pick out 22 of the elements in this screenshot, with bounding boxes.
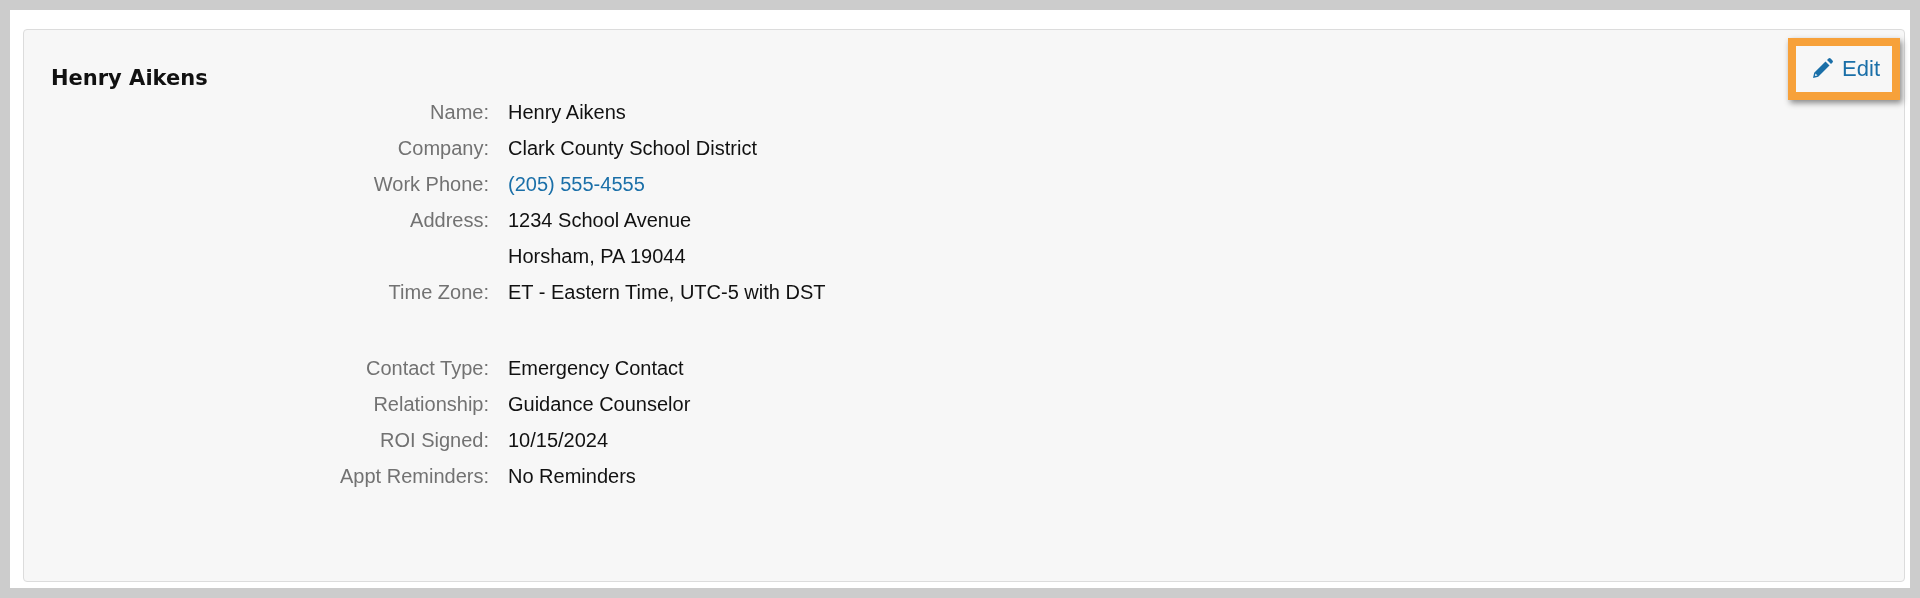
field-label: Time Zone:: [387, 280, 489, 305]
field-label: ROI Signed:: [379, 428, 489, 453]
field-label: Appt Reminders:: [339, 464, 489, 489]
card-title: Henry Aikens: [51, 66, 208, 90]
field-label: Name:: [429, 100, 489, 125]
phone-link[interactable]: (205) 555-4555: [508, 166, 826, 202]
field-value: Henry Aikens: [508, 100, 627, 125]
field-label: Company:: [396, 136, 489, 161]
field-value: Horsham, PA 19044: [508, 244, 687, 269]
edit-button[interactable]: Edit: [1788, 38, 1900, 100]
pencil-icon: [1810, 57, 1835, 81]
field-label: Contact Type:: [364, 356, 489, 381]
field-value: Emergency Contact: [508, 356, 685, 381]
field-label: Address:: [409, 208, 489, 233]
field-value: 10/15/2024: [508, 428, 610, 453]
field-value: ET - Eastern Time, UTC-5 with DST: [508, 280, 826, 305]
field-value: Guidance Counselor: [508, 392, 691, 417]
field-value: No Reminders: [508, 464, 637, 489]
field-label: Relationship:: [372, 392, 489, 417]
field-label: Work Phone:: [372, 172, 489, 197]
field-value: 1234 School Avenue: [508, 208, 693, 233]
field-value: Clark County School District: [508, 136, 758, 161]
